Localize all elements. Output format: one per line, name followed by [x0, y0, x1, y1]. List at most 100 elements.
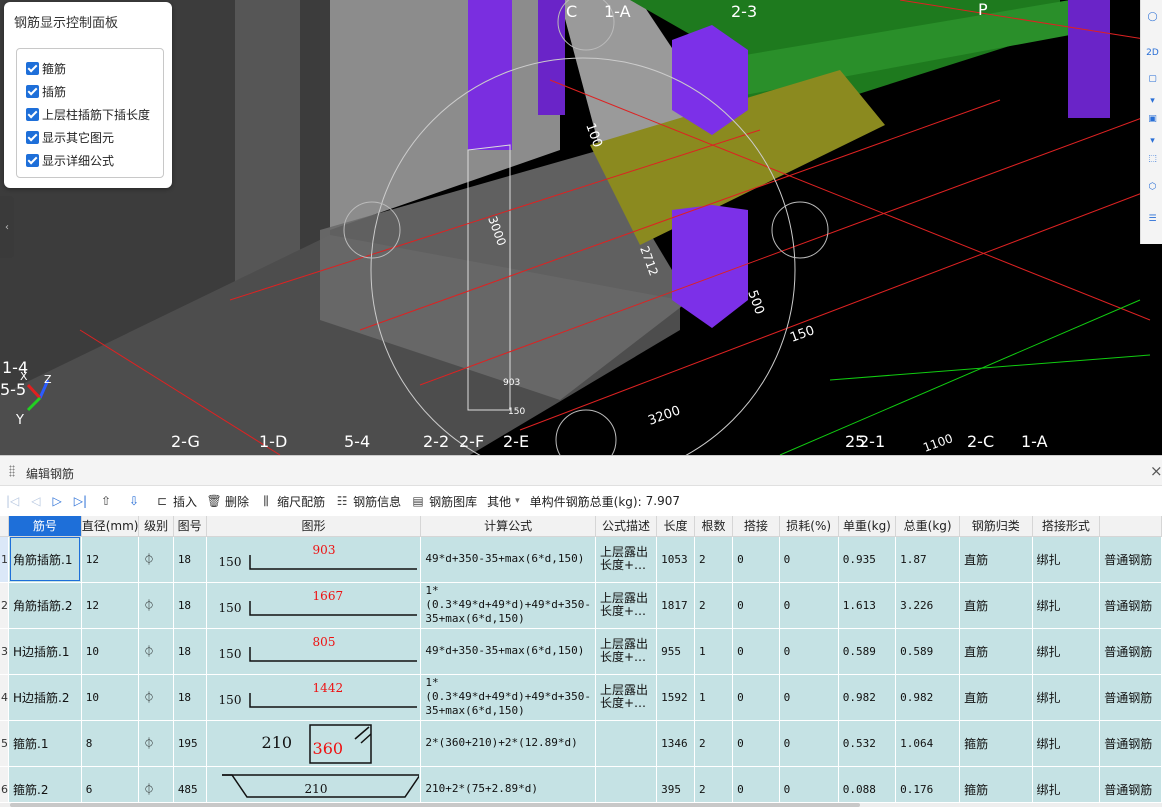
last-record-button[interactable]: ▷| — [74, 490, 87, 512]
option-upper-dowel-length[interactable]: 上层柱插筋下插长度 — [26, 105, 150, 123]
cell-lap[interactable]: 0 — [732, 628, 780, 675]
cell-diameter[interactable]: 12 — [81, 536, 140, 583]
cell-diameter[interactable]: 8 — [81, 720, 140, 767]
cell-diameter[interactable]: 12 — [81, 582, 140, 629]
cell-formula[interactable]: 49*d+350-35+max(6*d,150) — [420, 628, 596, 675]
cell-formula[interactable]: 2*(360+210)+2*(12.89*d) — [420, 720, 596, 767]
checkbox-stirrup[interactable] — [26, 61, 39, 75]
cell-category[interactable]: 箍筋 — [959, 720, 1033, 767]
table-row[interactable]: 3 H边插筋.1 10 ⏀ 18 150 805 49*d+350-35+max(6*d,15… — [0, 628, 1162, 675]
table-row[interactable]: 1 角筋插筋.1 12 ⏀ 18 150 903 49*d+350-35+max(6*d,15… — [0, 536, 1162, 583]
cell-lap-type[interactable]: 绑扎 — [1032, 720, 1101, 767]
column-header-shape[interactable]: 图形 — [206, 516, 422, 537]
checkbox-show-other-elements[interactable] — [26, 130, 39, 144]
cell-total-weight[interactable]: 0.176 — [895, 766, 961, 802]
scale-rebar-button[interactable]: ⫼ 缩尺配筋 — [259, 490, 325, 512]
horizontal-scrollbar[interactable] — [0, 803, 1162, 807]
3d-viewport[interactable]: 903 150 500 150 3200 100 3000 2712 1100 … — [0, 0, 1162, 455]
cell-length[interactable]: 1817 — [656, 582, 695, 629]
cell-loss[interactable]: 0 — [779, 720, 839, 767]
cell-rebar-type[interactable]: 普通钢筋 — [1099, 674, 1162, 721]
cell-unit-weight[interactable]: 0.589 — [838, 628, 897, 675]
next-record-button[interactable]: ▷ — [53, 490, 62, 512]
cell-loss[interactable]: 0 — [779, 674, 839, 721]
cell-diameter[interactable]: 10 — [81, 674, 140, 721]
rebar-info-button[interactable]: ☷ 钢筋信息 — [335, 490, 401, 512]
column-header-formula[interactable]: 计算公式 — [420, 516, 596, 537]
chevron-down-icon[interactable]: ▾ — [1144, 92, 1161, 109]
cell-category[interactable]: 直筋 — [959, 674, 1033, 721]
column-header-unit-weight[interactable]: 单重(kg) — [838, 516, 897, 537]
cell-name[interactable]: H边插筋.2 — [8, 674, 82, 721]
cell-formula-desc[interactable]: 上层露出长度+… — [595, 582, 658, 629]
cell-formula-desc[interactable]: 上层露出长度+… — [595, 628, 658, 675]
column-header-diameter[interactable]: 直径(mm) — [81, 516, 140, 537]
cell-figure-no[interactable]: 18 — [173, 674, 207, 721]
cell-category[interactable]: 直筋 — [959, 536, 1033, 583]
cell-formula-desc[interactable] — [595, 720, 658, 767]
cell-rebar-type[interactable]: 普通钢筋 — [1099, 582, 1162, 629]
cell-shape[interactable]: 150 1442 — [206, 674, 422, 721]
cell-grade[interactable]: ⏀ — [138, 766, 174, 802]
cell-loss[interactable]: 0 — [779, 628, 839, 675]
cell-formula-desc[interactable]: 上层露出长度+… — [595, 536, 658, 583]
table-row[interactable]: 5 箍筋.1 8 ⏀ 195 210 360 2*(360+210)+2*(12.89*d) 1… — [0, 720, 1162, 767]
cell-total-weight[interactable]: 1.87 — [895, 536, 961, 583]
cell-length[interactable]: 1592 — [656, 674, 695, 721]
cell-count[interactable]: 2 — [694, 720, 734, 767]
cell-count[interactable]: 1 — [694, 674, 734, 721]
table-row[interactable]: 2 角筋插筋.2 12 ⏀ 18 150 1667 1*(0.3*49*d+49*d)+49*… — [0, 582, 1162, 629]
cell-shape[interactable]: 150 903 — [206, 536, 422, 583]
move-down-button[interactable]: ⇩ — [127, 490, 145, 512]
cell-lap[interactable]: 0 — [732, 766, 780, 802]
cell-length[interactable]: 1053 — [656, 536, 695, 583]
column-header-length[interactable]: 长度 — [656, 516, 695, 537]
cell-length[interactable]: 1346 — [656, 720, 695, 767]
cell-rebar-type[interactable]: 普通钢筋 — [1099, 766, 1162, 802]
rebar-library-button[interactable]: ▤ 钢筋图库 — [411, 490, 477, 512]
cell-unit-weight[interactable]: 0.088 — [838, 766, 897, 802]
cell-rebar-type[interactable]: 普通钢筋 — [1099, 536, 1162, 583]
cell-name[interactable]: 箍筋.1 — [8, 720, 82, 767]
column-header-count[interactable]: 根数 — [694, 516, 734, 537]
cell-category[interactable]: 直筋 — [959, 582, 1033, 629]
cell-total-weight[interactable]: 0.589 — [895, 628, 961, 675]
cell-lap-type[interactable]: 绑扎 — [1032, 628, 1101, 675]
column-header-figure-no[interactable]: 图号 — [173, 516, 207, 537]
cell-shape[interactable]: 210 360 — [206, 720, 422, 767]
option-dowel[interactable]: 插筋 — [26, 82, 66, 100]
cell-shape[interactable]: 150 805 — [206, 628, 422, 675]
column-header-extra[interactable] — [1099, 516, 1162, 537]
cell-figure-no[interactable]: 18 — [173, 628, 207, 675]
cell-grade[interactable]: ⏀ — [138, 674, 174, 721]
table-row[interactable]: 4 H边插筋.2 10 ⏀ 18 150 1442 1*(0.3*49*d+49*d)+49*… — [0, 674, 1162, 721]
cell-grade[interactable]: ⏀ — [138, 720, 174, 767]
cell-length[interactable]: 955 — [656, 628, 695, 675]
checkbox-dowel[interactable] — [26, 84, 39, 98]
cell-count[interactable]: 2 — [694, 536, 734, 583]
cell-formula[interactable]: 210+2*(75+2.89*d) — [420, 766, 596, 802]
3d-box-icon[interactable]: ⬡ — [1144, 178, 1161, 195]
cell-diameter[interactable]: 6 — [81, 766, 140, 802]
cell-figure-no[interactable]: 18 — [173, 536, 207, 583]
list-icon[interactable]: ☰ — [1144, 210, 1161, 227]
cell-grade[interactable]: ⏀ — [138, 536, 174, 583]
column-header-total-weight[interactable]: 总重(kg) — [895, 516, 961, 537]
drag-grip-icon[interactable] — [9, 465, 15, 477]
cell-category[interactable]: 箍筋 — [959, 766, 1033, 802]
cell-total-weight[interactable]: 0.982 — [895, 674, 961, 721]
other-menu-button[interactable]: 其他 ▾ — [487, 490, 520, 512]
cell-count[interactable]: 2 — [694, 582, 734, 629]
cell-formula[interactable]: 49*d+350-35+max(6*d,150) — [420, 536, 596, 583]
option-show-detailed-formula[interactable]: 显示详细公式 — [26, 151, 114, 169]
checkbox-upper-dowel-length[interactable] — [26, 107, 39, 121]
move-up-button[interactable]: ⇧ — [99, 490, 117, 512]
cell-formula-desc[interactable] — [595, 766, 658, 802]
delete-button[interactable]: 🗑 删除 — [206, 490, 249, 512]
cell-lap-type[interactable]: 绑扎 — [1032, 536, 1101, 583]
cell-name[interactable]: 箍筋.2 — [8, 766, 82, 802]
cell-category[interactable]: 直筋 — [959, 628, 1033, 675]
cell-lap[interactable]: 0 — [732, 674, 780, 721]
cell-name[interactable]: H边插筋.1 — [8, 628, 82, 675]
cell-shape[interactable]: 210 — [206, 766, 422, 802]
